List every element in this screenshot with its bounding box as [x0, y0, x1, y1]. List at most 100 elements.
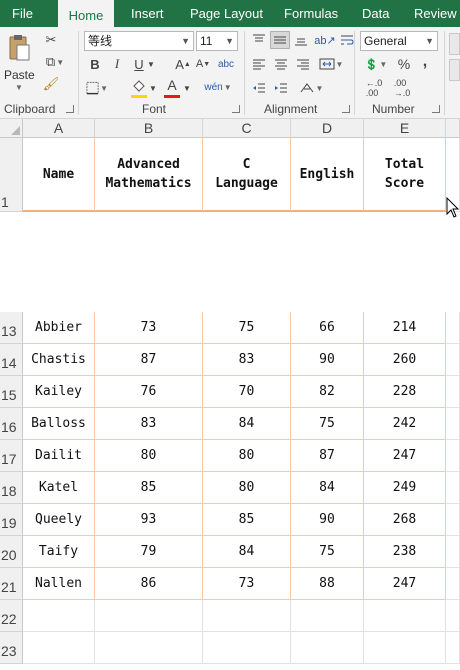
column-header-d[interactable]: D	[291, 119, 364, 138]
empty-cell[interactable]	[23, 632, 95, 664]
number-format-combo[interactable]: General ▼	[360, 31, 438, 51]
cell-english[interactable]: 87	[291, 440, 364, 472]
row-header-23[interactable]: 23	[0, 632, 23, 664]
cell-c_lang[interactable]: 80	[203, 472, 291, 504]
increase-decimal-icon[interactable]: ←.0.00	[362, 78, 386, 98]
align-left-icon[interactable]	[250, 55, 268, 73]
number-launcher-icon[interactable]	[432, 105, 440, 113]
format-painter-icon[interactable]: 🖌	[42, 75, 60, 93]
cell-name[interactable]: Chastis	[23, 344, 95, 376]
cell-total[interactable]: 228	[364, 376, 446, 408]
align-right-icon[interactable]	[294, 55, 312, 73]
empty-cell[interactable]	[364, 632, 446, 664]
tab-home[interactable]: Home	[58, 0, 114, 27]
row-header-14[interactable]: 14	[0, 344, 23, 376]
cell-c_lang[interactable]: 84	[203, 408, 291, 440]
decrease-indent-icon[interactable]	[250, 79, 268, 97]
font-size-combo[interactable]: 11 ▼	[196, 31, 238, 51]
cell-c_lang[interactable]: 70	[203, 376, 291, 408]
paste-button-label[interactable]: Paste	[4, 68, 35, 82]
bold-button[interactable]: B	[88, 55, 102, 73]
wrap-text-icon[interactable]	[340, 31, 354, 49]
phonetic-button[interactable]: abc	[214, 55, 238, 73]
row-header-21[interactable]: 21	[0, 568, 23, 600]
cell-c_lang[interactable]: 75	[203, 312, 291, 344]
tab-page-layout[interactable]: Page Layout	[190, 0, 263, 27]
cell-english[interactable]: 84	[291, 472, 364, 504]
tab-review[interactable]: Review	[414, 0, 457, 27]
fill-color-icon[interactable]	[130, 77, 148, 95]
column-header-b[interactable]: B	[95, 119, 203, 138]
empty-cell[interactable]	[95, 600, 203, 632]
row-header-17[interactable]: 17	[0, 440, 23, 472]
cell-name[interactable]: Dailit	[23, 440, 95, 472]
column-header-f[interactable]	[446, 119, 460, 138]
text-direction-icon[interactable]: ▼	[296, 79, 326, 97]
font-launcher-icon[interactable]	[232, 105, 240, 113]
row-header-20[interactable]: 20	[0, 536, 23, 568]
cell-c_lang[interactable]: 85	[203, 504, 291, 536]
cell-adv_math[interactable]: 93	[95, 504, 203, 536]
alignment-launcher-icon[interactable]	[342, 105, 350, 113]
cell-c_lang[interactable]: 83	[203, 344, 291, 376]
cell-adv_math[interactable]: 73	[95, 312, 203, 344]
cell-english[interactable]: 90	[291, 344, 364, 376]
cell-english[interactable]: 75	[291, 536, 364, 568]
empty-cell[interactable]	[446, 600, 460, 632]
empty-cell[interactable]	[446, 312, 460, 344]
empty-cell[interactable]	[446, 632, 460, 664]
empty-cell[interactable]	[446, 536, 460, 568]
empty-cell[interactable]	[446, 472, 460, 504]
column-header-c[interactable]: C	[203, 119, 291, 138]
empty-cell[interactable]	[23, 600, 95, 632]
cell-total[interactable]: 214	[364, 312, 446, 344]
empty-cell[interactable]	[95, 632, 203, 664]
cell-adv_math[interactable]: 85	[95, 472, 203, 504]
cell-total[interactable]: 238	[364, 536, 446, 568]
shrink-font-button[interactable]: A ▼	[196, 55, 210, 73]
align-center-icon[interactable]	[272, 55, 290, 73]
row-header-18[interactable]: 18	[0, 472, 23, 504]
font-name-combo[interactable]: 等线 ▼	[84, 31, 194, 51]
header-cell-name[interactable]: Name	[23, 138, 95, 212]
cell-name[interactable]: Balloss	[23, 408, 95, 440]
cell-english[interactable]: 82	[291, 376, 364, 408]
cell-name[interactable]: Taify	[23, 536, 95, 568]
clipboard-launcher-icon[interactable]	[66, 105, 74, 113]
empty-cell[interactable]	[446, 504, 460, 536]
header-cell-adv_math[interactable]: Advanced Mathematics	[95, 138, 203, 212]
cell-c_lang[interactable]: 84	[203, 536, 291, 568]
decrease-decimal-icon[interactable]: .00 →.0	[390, 78, 414, 98]
fill-color-dropdown-icon[interactable]: ▼	[148, 79, 158, 97]
empty-cell[interactable]	[364, 600, 446, 632]
row-header-22[interactable]: 22	[0, 600, 23, 632]
column-header-e[interactable]: E	[364, 119, 446, 138]
select-all-corner[interactable]	[0, 119, 23, 138]
tab-file[interactable]: File	[12, 0, 33, 27]
empty-cell[interactable]	[446, 344, 460, 376]
cell-total[interactable]: 242	[364, 408, 446, 440]
empty-cell[interactable]	[446, 440, 460, 472]
borders-icon[interactable]: ▼	[86, 79, 108, 97]
font-color-dropdown-icon[interactable]: ▼	[182, 79, 192, 97]
cell-c_lang[interactable]: 73	[203, 568, 291, 600]
percent-style-button[interactable]: %	[396, 55, 412, 73]
font-color-button[interactable]: A	[164, 75, 180, 95]
underline-dropdown-icon[interactable]: ▼	[146, 55, 156, 73]
cell-name[interactable]: Kailey	[23, 376, 95, 408]
row-header-1[interactable]: 1	[0, 138, 23, 212]
cell-english[interactable]: 90	[291, 504, 364, 536]
accounting-format-icon[interactable]: 💲 ▼	[362, 55, 390, 73]
copy-icon[interactable]: ⧉ ▼	[42, 53, 68, 71]
empty-cell[interactable]	[291, 632, 364, 664]
header-cell-english[interactable]: English	[291, 138, 364, 212]
cell-adv_math[interactable]: 76	[95, 376, 203, 408]
cell-english[interactable]: 75	[291, 408, 364, 440]
cell-adv_math[interactable]: 83	[95, 408, 203, 440]
tab-insert[interactable]: Insert	[131, 0, 164, 27]
format-as-table-icon[interactable]	[449, 59, 460, 81]
cell-english[interactable]: 66	[291, 312, 364, 344]
comma-style-button[interactable]: ,	[418, 53, 432, 71]
align-top-icon[interactable]	[250, 31, 268, 49]
column-header-a[interactable]: A	[23, 119, 95, 138]
